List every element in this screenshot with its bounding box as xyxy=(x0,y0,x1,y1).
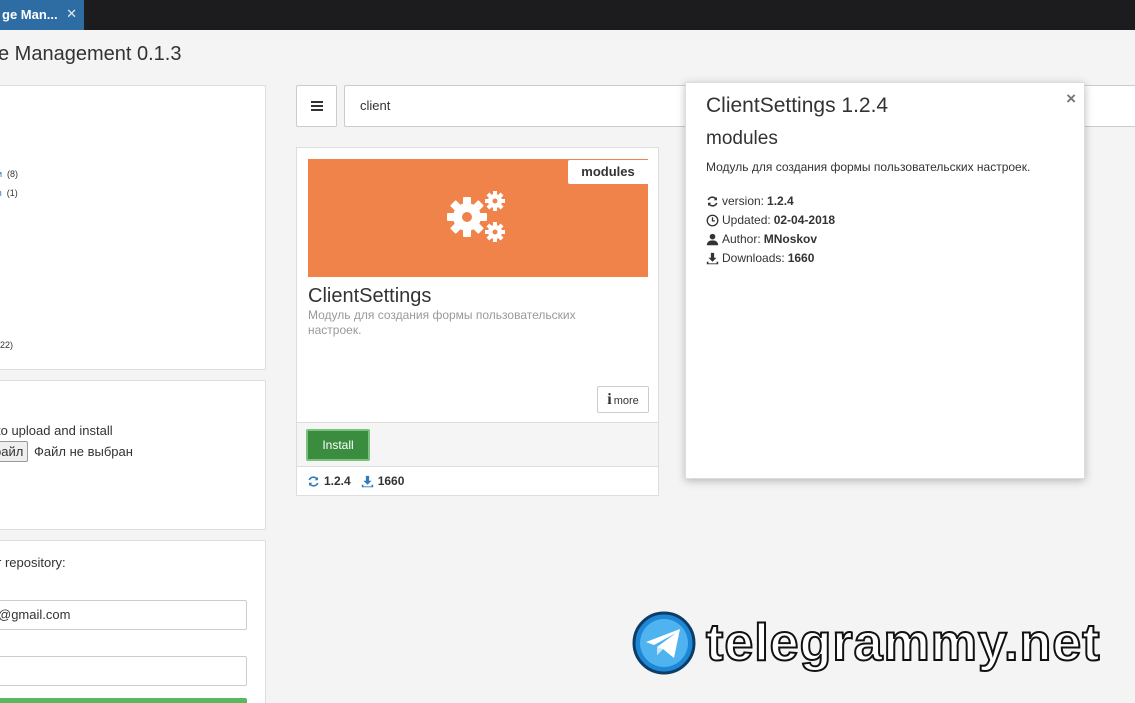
refresh-icon xyxy=(308,475,319,487)
category-item[interactable]: (22) xyxy=(0,340,13,350)
close-icon[interactable]: × xyxy=(1066,89,1076,109)
password-field[interactable] xyxy=(0,656,247,686)
category-item[interactable]: и (8) xyxy=(0,169,18,179)
clock-icon xyxy=(706,214,719,226)
package-banner: modules xyxy=(308,159,648,277)
refresh-icon xyxy=(707,195,718,207)
tab-title: ge Man... xyxy=(2,7,58,22)
watermark: telegrammy.net xyxy=(632,611,1101,675)
version-label: version: xyxy=(722,194,765,208)
upload-panel: : to upload and install райл Файл не выб… xyxy=(0,380,266,530)
upload-title: : xyxy=(0,396,1,411)
meta-updated: Updated: 02-04-2018 xyxy=(706,213,835,227)
email-field[interactable]: @gmail.com xyxy=(0,600,247,630)
version-value: 1.2.4 xyxy=(767,194,794,208)
page-title: e Management 0.1.3 xyxy=(0,43,182,65)
watermark-text: telegrammy.net xyxy=(705,613,1101,673)
category-label[interactable]: и xyxy=(0,169,2,179)
package-card: modules ClientSettings Модуль для создан… xyxy=(296,147,659,496)
download-icon xyxy=(706,252,719,264)
updated-value: 02-04-2018 xyxy=(773,213,836,227)
meta-downloads: Downloads: 1660 xyxy=(706,251,814,265)
repository-submit-button[interactable] xyxy=(0,698,247,703)
popup-category: modules xyxy=(706,128,778,149)
file-status: Файл не выбран xyxy=(34,444,133,459)
card-footer: Install xyxy=(297,422,658,467)
category-count: (8) xyxy=(7,169,19,179)
package-stats: 1.2.4 1660 xyxy=(307,474,404,488)
category-label[interactable]: в xyxy=(0,188,2,198)
tab-package-management[interactable]: ge Man... ✕ xyxy=(0,0,84,30)
info-icon: i xyxy=(607,391,612,408)
repository-label: r repository: xyxy=(0,555,66,570)
category-item[interactable]: в (1) xyxy=(0,188,18,198)
author-value: MNoskov xyxy=(763,232,818,246)
more-label: more xyxy=(613,395,639,407)
upload-instructions: to upload and install xyxy=(0,423,113,438)
tab-close-icon[interactable]: ✕ xyxy=(66,0,77,28)
package-details-popup: ClientSettings 1.2.4 × modules Модуль дл… xyxy=(685,82,1085,479)
menu-icon-bar xyxy=(311,109,323,111)
package-name[interactable]: ClientSettings xyxy=(308,285,431,308)
more-button[interactable]: i more xyxy=(597,386,649,413)
browser-tabbar: ge Man... ✕ xyxy=(0,0,1135,30)
telegram-logo-icon xyxy=(632,611,696,675)
downloads-label: Downloads: xyxy=(722,251,785,265)
install-button[interactable]: Install xyxy=(306,429,370,461)
meta-version: version: 1.2.4 xyxy=(706,194,794,208)
gears-icon xyxy=(447,191,505,242)
user-icon xyxy=(706,233,719,245)
categories-panel: и (8) в (1) (22) xyxy=(0,85,266,370)
package-description: Модуль для создания формы пользовательск… xyxy=(308,308,576,337)
category-badge: modules xyxy=(568,160,648,184)
author-label: Author: xyxy=(722,232,761,246)
category-count: (1) xyxy=(6,188,18,198)
downloads-value: 1660 xyxy=(787,251,815,265)
meta-author: Author: MNoskov xyxy=(706,232,817,246)
popup-description: Модуль для создания формы пользовательск… xyxy=(706,160,1031,174)
repository-panel: r repository: @gmail.com xyxy=(0,540,266,703)
download-icon xyxy=(361,475,373,487)
updated-label: Updated: xyxy=(722,213,771,227)
category-count: (22) xyxy=(0,340,14,350)
filter-menu-button[interactable] xyxy=(296,85,337,127)
popup-title: ClientSettings 1.2.4 xyxy=(706,94,889,117)
package-downloads: 1660 xyxy=(377,474,405,488)
menu-icon-bar xyxy=(311,105,323,107)
menu-icon xyxy=(311,101,323,103)
package-version: 1.2.4 xyxy=(324,474,351,488)
choose-file-button[interactable]: райл xyxy=(0,441,29,462)
